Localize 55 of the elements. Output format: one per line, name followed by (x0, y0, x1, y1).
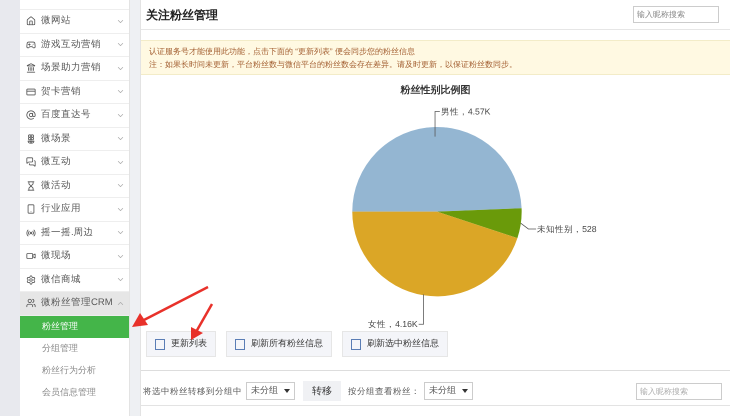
search-field[interactable]: 输入昵称搜索 (636, 382, 722, 400)
menu-icon (26, 180, 36, 191)
data-label: 男性，4.57K (440, 106, 490, 116)
menu-label: 贺卡营销 (41, 84, 82, 99)
menu-icon (26, 274, 36, 285)
menu-label: 微活动 (41, 178, 72, 193)
menu-icon (26, 16, 36, 26)
leader-line (434, 111, 440, 137)
sidebar-item[interactable]: 微活动 (20, 174, 129, 198)
menu-label: 游戏互动营销 (41, 38, 102, 52)
sidebar-item[interactable]: 微场景 (20, 128, 129, 151)
menu-label: 行业应用 (41, 202, 82, 216)
menu-icon (26, 228, 36, 238)
menu-icon (26, 157, 36, 168)
menu-label: 微场景 (41, 132, 72, 146)
page-title: 关注粉丝管理 (146, 6, 218, 24)
sidebar-item[interactable]: 游戏互动营销 (20, 34, 129, 57)
menu-icon (26, 40, 36, 50)
notice-text: 认证服务号才能使用此功能，点击下面的 “更新列表” 便会同步您的粉丝信息 (149, 46, 416, 58)
action-button[interactable]: 刷新所有粉丝信息 (226, 331, 332, 357)
menu-icon (26, 134, 36, 144)
menu-label: 微网站 (41, 14, 72, 28)
menu-label: 场景助力营销 (41, 61, 102, 76)
sidebar-item[interactable]: 摇一摇.周边 (20, 222, 129, 245)
move-button[interactable]: 转移 (303, 381, 341, 401)
menu-label: 微现场 (41, 249, 72, 264)
menu-icon (26, 86, 36, 97)
filter-label: 按分组查看粉丝： (348, 384, 420, 398)
chart-title: 粉丝性别比例图 (400, 84, 470, 98)
move-label: 将选中粉丝转移到分组中 (143, 384, 242, 398)
notice-text: 注：如果长时间未更新，平台粉丝数与微信平台的粉丝数会存在差异。请及时更新，以保证粉丝数同步。 (149, 58, 518, 70)
menu-label: 微粉丝管理CRM (41, 296, 114, 310)
dropdown-icon (462, 389, 468, 393)
menu-icon (26, 298, 36, 308)
action-button[interactable]: 刷新选中粉丝信息 (342, 331, 448, 357)
leader-line (418, 294, 424, 325)
menu-icon (26, 251, 36, 262)
dropdown-icon (284, 389, 290, 393)
menu-icon (26, 204, 36, 214)
menu-icon (26, 110, 36, 120)
data-label: 未知性别，528 (536, 224, 596, 234)
sidebar-item[interactable]: 微信商城 (20, 268, 129, 292)
sidebar-item[interactable]: 贺卡营销 (20, 80, 129, 104)
data-label: 女性，4.16K (368, 319, 418, 330)
leader-line (520, 222, 536, 230)
sidebar-item[interactable]: 微粉丝管理CRM (20, 292, 129, 316)
menu-label: 百度直达号 (41, 108, 92, 122)
menu-label: 微互动 (41, 155, 72, 170)
menu-icon (26, 63, 36, 74)
search-field[interactable]: 输入昵称搜索 (633, 6, 719, 23)
group-select[interactable]: 未分组 (424, 382, 473, 400)
menu-label: 摇一摇.周边 (41, 226, 95, 240)
action-button[interactable]: 更新列表 (146, 331, 216, 357)
menu-label: 微信商城 (41, 272, 82, 287)
group-select[interactable]: 未分组 (246, 382, 295, 400)
